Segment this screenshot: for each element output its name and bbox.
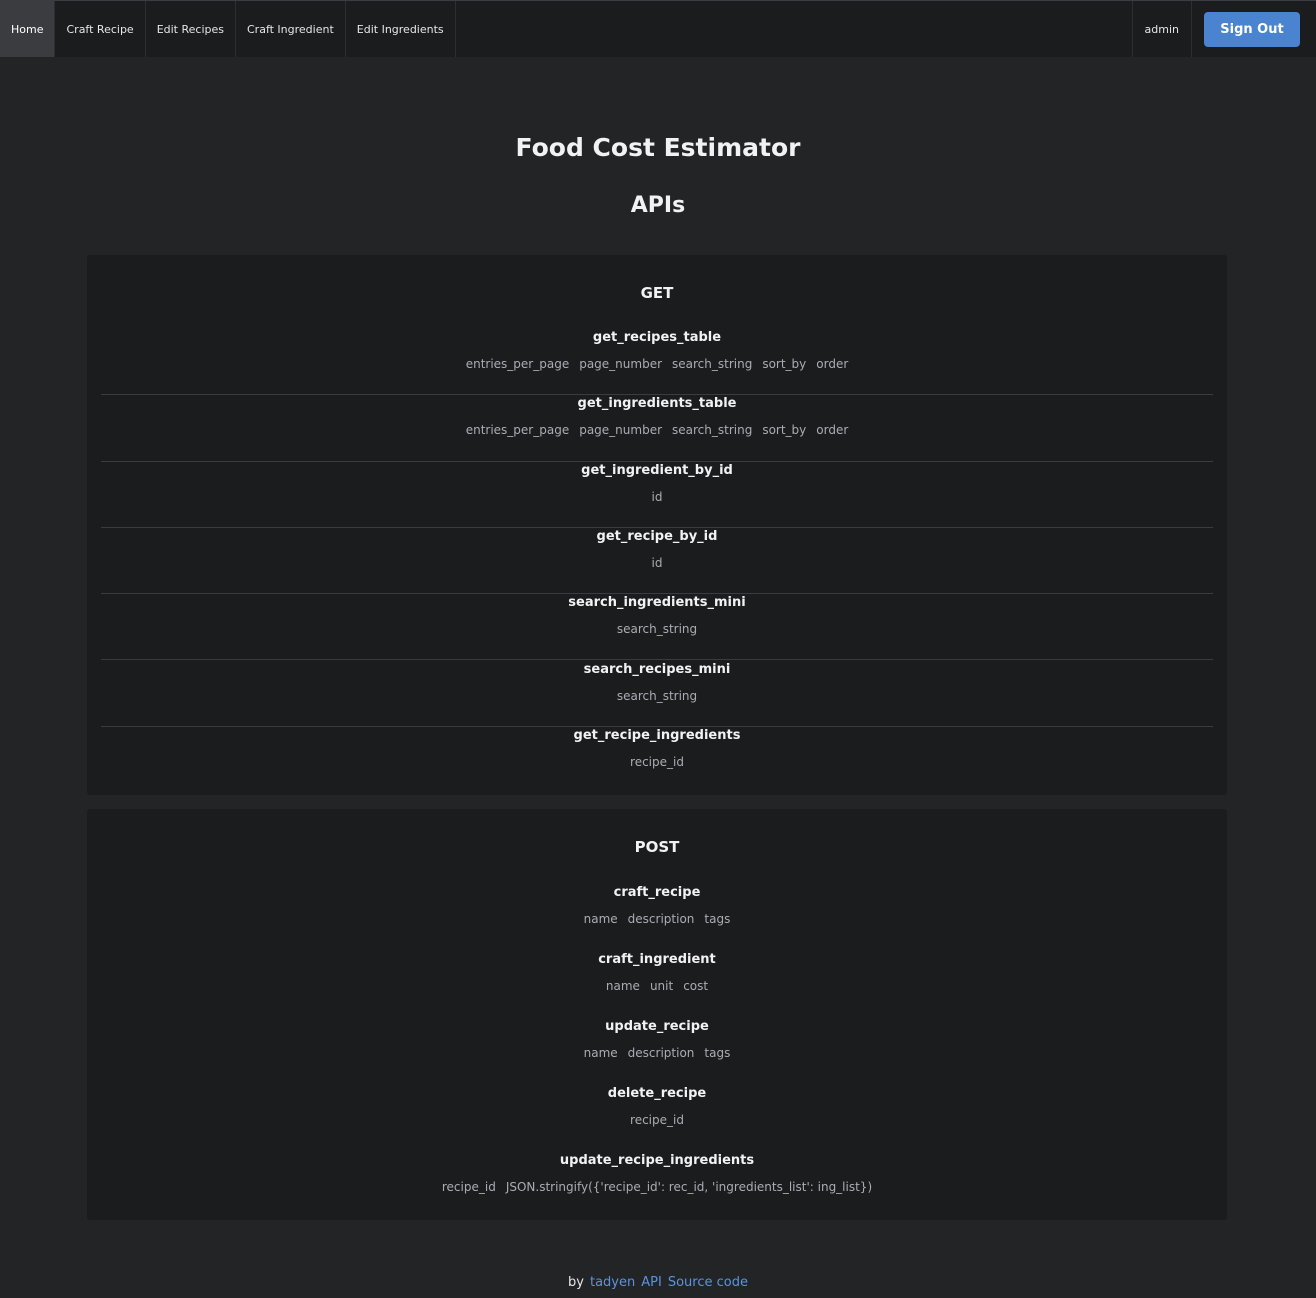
post-heading: POST (634, 838, 680, 856)
endpoint-row: update_recipe_ingredients recipe_id JSON.s… (101, 1152, 1213, 1219)
endpoint-name: update_recipe (605, 1019, 709, 1034)
endpoint-param: search_string (672, 357, 753, 371)
top-navbar: Home Craft Recipe Edit Recipes Craft Ing… (0, 0, 1316, 57)
endpoint-param: search_string (672, 423, 753, 438)
nav-item-edit-recipes[interactable]: Edit Recipes (146, 1, 236, 57)
signout-wrap: Sign Out (1192, 1, 1316, 57)
endpoint-row: craft_ingredientname unit cost (101, 951, 1213, 1018)
endpoint-param: id (651, 555, 663, 570)
endpoint-name: get_recipe_ingredients (573, 727, 741, 743)
nav-item-home[interactable]: Home (0, 1, 56, 57)
endpoint-params: search_string (101, 687, 1213, 705)
endpoint-param: unit (649, 979, 674, 993)
endpoint-name: get_ingredients_table (577, 396, 737, 412)
endpoint-param: search_string (616, 688, 698, 703)
endpoint-param: JSON.stringify({'recipe_id': rec_id, 'in… (505, 1180, 873, 1194)
endpoint-name: craft_recipe (613, 885, 701, 900)
endpoint-params: entries_per_page page_number search_string… (101, 421, 1213, 439)
endpoint-row: get_ingredients_table entries_per_page pag… (101, 395, 1213, 462)
endpoint-params: name description tags (101, 1044, 1213, 1062)
endpoint-param: name (583, 912, 618, 926)
endpoint-row: get_recipe_by_idid (101, 528, 1213, 595)
endpoint-row: get_recipes_table entries_per_page page_nu… (101, 329, 1213, 396)
endpoint-param: tags (704, 912, 731, 926)
endpoint-param: page_number (579, 357, 663, 371)
endpoint-params: name description tags (101, 910, 1213, 928)
footer-api-link[interactable]: API (641, 1275, 662, 1290)
endpoint-row: search_recipes_mini search_string (101, 661, 1213, 727)
nav-item-edit-ingredients[interactable]: Edit Ingredients (346, 1, 456, 57)
username-link[interactable]: admin (1131, 1, 1192, 57)
endpoint-param: sort_by (762, 357, 807, 371)
endpoint-param: description (627, 912, 695, 926)
endpoint-params: search_string (101, 620, 1213, 638)
endpoint-name: get_recipe_by_id (596, 528, 718, 544)
endpoint-row: get_ingredient_by_idid (101, 462, 1213, 528)
post-apis-panel: POST craft_recipe name description tags craf… (87, 809, 1227, 1220)
nav-item-craft-ingredient[interactable]: Craft Ingredient (236, 1, 346, 57)
endpoint-param: recipe_id (630, 1113, 684, 1127)
endpoint-param: entries_per_page (465, 423, 570, 438)
endpoint-name: get_recipes_table (592, 330, 722, 345)
endpoint-param: name (605, 979, 640, 993)
footer-author-link[interactable]: tadyen (590, 1275, 635, 1290)
get-apis-panel: GET get_recipes_table entries_per_page pag… (87, 255, 1227, 795)
page-subtitle: APIs (630, 193, 686, 218)
endpoint-row: craft_recipename description tags (101, 884, 1213, 951)
endpoint-param: recipe_id (630, 754, 684, 769)
nav-user-area: admin Sign Out (1131, 1, 1316, 57)
nav-links: Home Craft Recipe Edit Recipes Craft Ing… (0, 1, 456, 57)
endpoint-param: order (816, 357, 849, 371)
page-title: Food Cost Estimator (515, 133, 801, 162)
endpoint-params: name unit cost (101, 977, 1213, 995)
get-heading: GET (640, 284, 674, 302)
endpoint-param: sort_by (762, 423, 807, 438)
endpoint-row: delete_recipe recipe_id (101, 1085, 1213, 1152)
footer-source-link[interactable]: Source code (668, 1275, 748, 1290)
footer: by tadyen API Source code (0, 1275, 1316, 1290)
footer-by-text: by (568, 1275, 584, 1290)
endpoint-row: get_recipe_ingredients recipe_id (101, 727, 1213, 793)
endpoint-param: search_string (616, 622, 698, 637)
endpoint-name: get_ingredient_by_id (581, 462, 733, 478)
endpoint-param: description (627, 1046, 695, 1060)
endpoint-param: entries_per_page (465, 357, 570, 371)
endpoint-param: tags (704, 1046, 731, 1060)
endpoint-name: delete_recipe (607, 1086, 707, 1101)
sign-out-button[interactable]: Sign Out (1204, 11, 1300, 47)
endpoint-params: recipe_id JSON.stringify({'recipe_id': re… (101, 1178, 1213, 1196)
endpoint-name: search_ingredients_mini (568, 595, 746, 611)
endpoint-param: name (583, 1046, 618, 1060)
endpoint-param: recipe_id (441, 1180, 496, 1194)
endpoint-name: update_recipe_ingredients (559, 1153, 755, 1168)
endpoint-params: id (101, 554, 1213, 572)
endpoint-name: search_recipes_mini (583, 661, 731, 677)
endpoint-param: page_number (579, 423, 663, 438)
endpoint-params: entries_per_page page_number search_string… (101, 355, 1213, 373)
endpoint-name: craft_ingredient (598, 952, 716, 967)
endpoint-param: id (651, 489, 663, 504)
endpoint-row: search_ingredients_mini search_string (101, 594, 1213, 661)
endpoint-row: update_recipename description tags (101, 1018, 1213, 1085)
endpoint-param: order (816, 423, 849, 438)
nav-item-craft-recipe[interactable]: Craft Recipe (55, 1, 146, 57)
endpoint-param: cost (683, 979, 709, 993)
endpoint-params: recipe_id (101, 753, 1213, 771)
endpoint-params: id (101, 488, 1213, 506)
endpoint-params: recipe_id (101, 1111, 1213, 1129)
